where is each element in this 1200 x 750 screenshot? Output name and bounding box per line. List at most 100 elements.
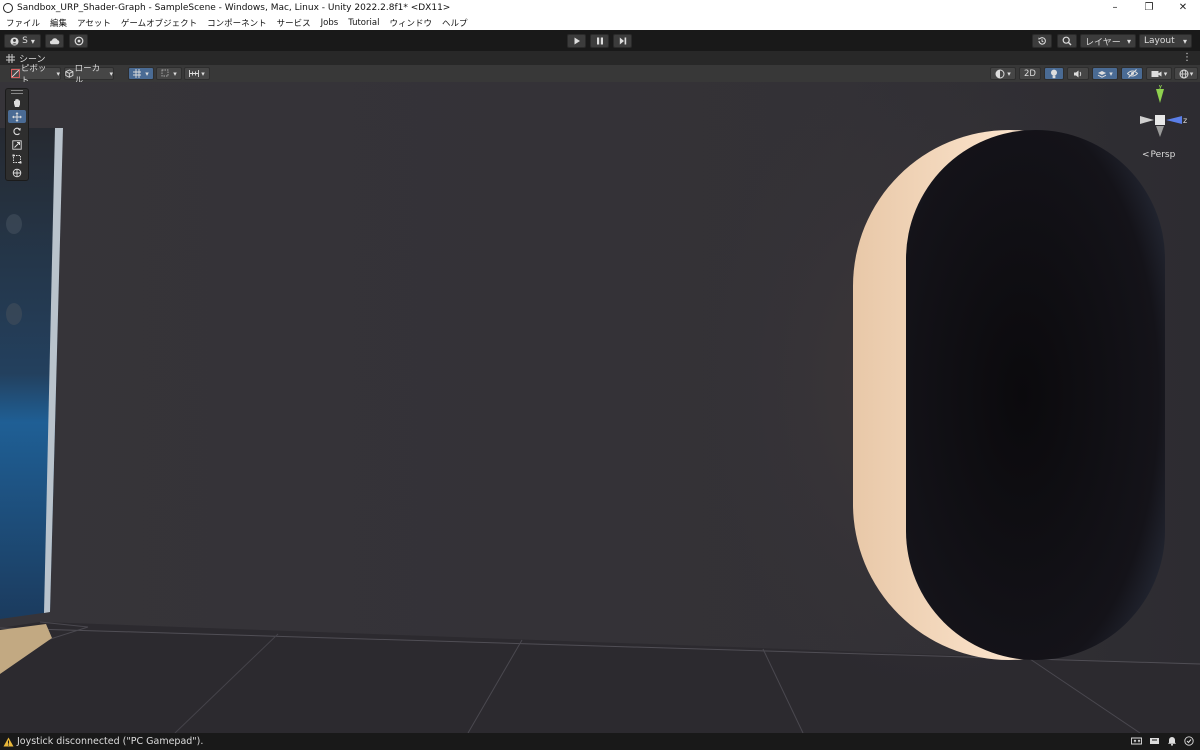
auto-generate-lighting-icon[interactable] xyxy=(1184,736,1194,746)
gizmos-dropdown[interactable]: ▾ xyxy=(1174,67,1198,80)
mode-2d-button[interactable]: 2D xyxy=(1019,67,1041,80)
camera-dropdown[interactable]: ▾ xyxy=(1146,67,1172,80)
minimize-button[interactable]: – xyxy=(1098,0,1132,16)
chevron-down-icon: ▾ xyxy=(1163,69,1168,78)
status-bar: Joystick disconnected ("PC Gamepad"). xyxy=(0,733,1200,750)
notification-icon[interactable] xyxy=(1167,736,1177,746)
search-icon xyxy=(1062,36,1072,46)
audio-toggle[interactable] xyxy=(1067,67,1089,80)
account-icon xyxy=(10,36,19,46)
grid-snap-button[interactable]: ▾ xyxy=(128,67,154,80)
snap-icon xyxy=(161,69,169,77)
scene-toolbar: ピボット ▾ ローカル ▾ ▾ ▾ ▾ ▾ 2D ▾ ▾ ▾ xyxy=(0,64,1200,86)
gizmo-center-cube[interactable] xyxy=(1155,115,1165,125)
step-icon xyxy=(619,37,626,45)
chevron-down-icon: ▾ xyxy=(1126,36,1131,46)
window-title: Sandbox_URP_Shader-Graph - SampleScene -… xyxy=(17,3,451,13)
rotate-tool[interactable] xyxy=(8,124,26,137)
undo-history-button[interactable] xyxy=(1032,34,1052,48)
menu-window[interactable]: ウィンドウ xyxy=(384,17,437,29)
y-axis-label: y xyxy=(1158,85,1163,90)
neg-y-axis-cone[interactable] xyxy=(1156,126,1164,137)
main-toolbar: S レイヤー ▾ Layout ▾ xyxy=(0,30,1200,51)
title-bar: Sandbox_URP_Shader-Graph - SampleScene -… xyxy=(0,0,1200,16)
menu-assets[interactable]: アセット xyxy=(72,17,116,29)
chevron-down-icon: ▾ xyxy=(109,69,113,78)
scene-viewport[interactable]: y z < Persp xyxy=(0,82,1200,733)
increment-snap-button[interactable]: ▾ xyxy=(184,67,210,80)
chevron-down-icon: ▾ xyxy=(1007,69,1011,78)
collab-button[interactable] xyxy=(69,34,88,48)
x-axis-cone[interactable] xyxy=(1140,116,1154,124)
pivot-dropdown[interactable]: ピボット ▾ xyxy=(10,64,61,86)
move-tool[interactable] xyxy=(8,110,26,123)
rotate-icon xyxy=(13,127,21,135)
ruler-icon xyxy=(189,70,200,77)
layout-dropdown[interactable]: Layout ▾ xyxy=(1139,34,1192,48)
menu-tutorial[interactable]: Tutorial xyxy=(343,18,384,28)
scale-tool[interactable] xyxy=(8,138,26,151)
search-button[interactable] xyxy=(1057,34,1077,48)
local-dropdown[interactable]: ローカル ▾ xyxy=(64,64,114,86)
chevron-down-icon: ▾ xyxy=(1189,69,1194,78)
menu-edit[interactable]: 編集 xyxy=(45,17,72,29)
unity-logo-icon xyxy=(3,3,13,13)
y-axis-cone[interactable] xyxy=(1156,89,1164,103)
rect-tool[interactable] xyxy=(8,152,26,165)
more-options-icon[interactable]: ⋮ xyxy=(1182,51,1192,65)
grid-snap-icon xyxy=(133,69,142,78)
hand-icon xyxy=(14,98,20,107)
z-axis-label: z xyxy=(1183,116,1187,125)
chevron-left-icon: < xyxy=(1142,150,1150,160)
z-axis-cone[interactable] xyxy=(1166,116,1182,124)
play-button[interactable] xyxy=(567,34,586,48)
menu-help[interactable]: ヘルプ xyxy=(437,17,473,29)
scene-render xyxy=(0,82,1200,733)
projection-toggle[interactable]: < Persp xyxy=(1142,150,1175,160)
eye-slash-icon xyxy=(1126,69,1138,78)
globe-icon xyxy=(1179,69,1189,78)
shading-icon xyxy=(995,69,1005,78)
effects-dropdown[interactable]: ▾ xyxy=(1092,67,1118,80)
menu-jobs[interactable]: Jobs xyxy=(316,18,344,28)
rect-transform-icon xyxy=(12,154,22,163)
warning-icon xyxy=(3,737,14,746)
hand-tool[interactable] xyxy=(8,96,26,109)
step-button[interactable] xyxy=(613,34,632,48)
projection-label: Persp xyxy=(1150,150,1176,160)
grid-icon xyxy=(6,53,15,63)
layers-dropdown[interactable]: レイヤー ▾ xyxy=(1080,34,1136,48)
scale-icon xyxy=(12,139,22,150)
menu-bar: ファイル 編集 アセット ゲームオブジェクト コンポーネント サービス Jobs… xyxy=(0,16,1200,30)
palette-handle[interactable] xyxy=(6,89,28,95)
status-message[interactable]: Joystick disconnected ("PC Gamepad"). xyxy=(17,736,203,747)
chevron-down-icon: ▾ xyxy=(56,69,60,78)
menu-gameobject[interactable]: ゲームオブジェクト xyxy=(116,17,202,29)
chevron-down-icon: ▾ xyxy=(201,69,205,78)
pause-icon xyxy=(596,37,603,45)
audio-icon xyxy=(1074,70,1082,77)
cloud-button[interactable] xyxy=(45,34,64,48)
draw-mode-dropdown[interactable]: ▾ xyxy=(990,67,1016,80)
camera-icon xyxy=(1151,70,1162,77)
transform-icon xyxy=(12,168,22,177)
close-button[interactable]: ✕ xyxy=(1166,0,1200,16)
scene-tab-bar: シーン ⋮ xyxy=(0,51,1200,66)
chevron-down-icon: ▾ xyxy=(1109,69,1113,78)
busy-indicator-icon[interactable] xyxy=(1131,736,1142,746)
hidden-objects-toggle[interactable] xyxy=(1121,67,1143,80)
tool-palette xyxy=(5,88,29,181)
cache-server-icon[interactable] xyxy=(1149,736,1160,746)
account-button[interactable]: S xyxy=(4,34,41,48)
menu-file[interactable]: ファイル xyxy=(0,17,45,29)
snap-increment-button[interactable]: ▾ xyxy=(156,67,182,80)
lighting-toggle[interactable] xyxy=(1044,67,1064,80)
pause-button[interactable] xyxy=(590,34,609,48)
menu-component[interactable]: コンポーネント xyxy=(202,17,272,29)
transform-tool[interactable] xyxy=(8,166,26,179)
effects-icon xyxy=(1098,70,1107,78)
chevron-down-icon: ▾ xyxy=(1182,36,1187,46)
menu-services[interactable]: サービス xyxy=(272,17,316,29)
layout-label: Layout xyxy=(1144,36,1175,46)
maximize-button[interactable]: ❐ xyxy=(1132,0,1166,16)
